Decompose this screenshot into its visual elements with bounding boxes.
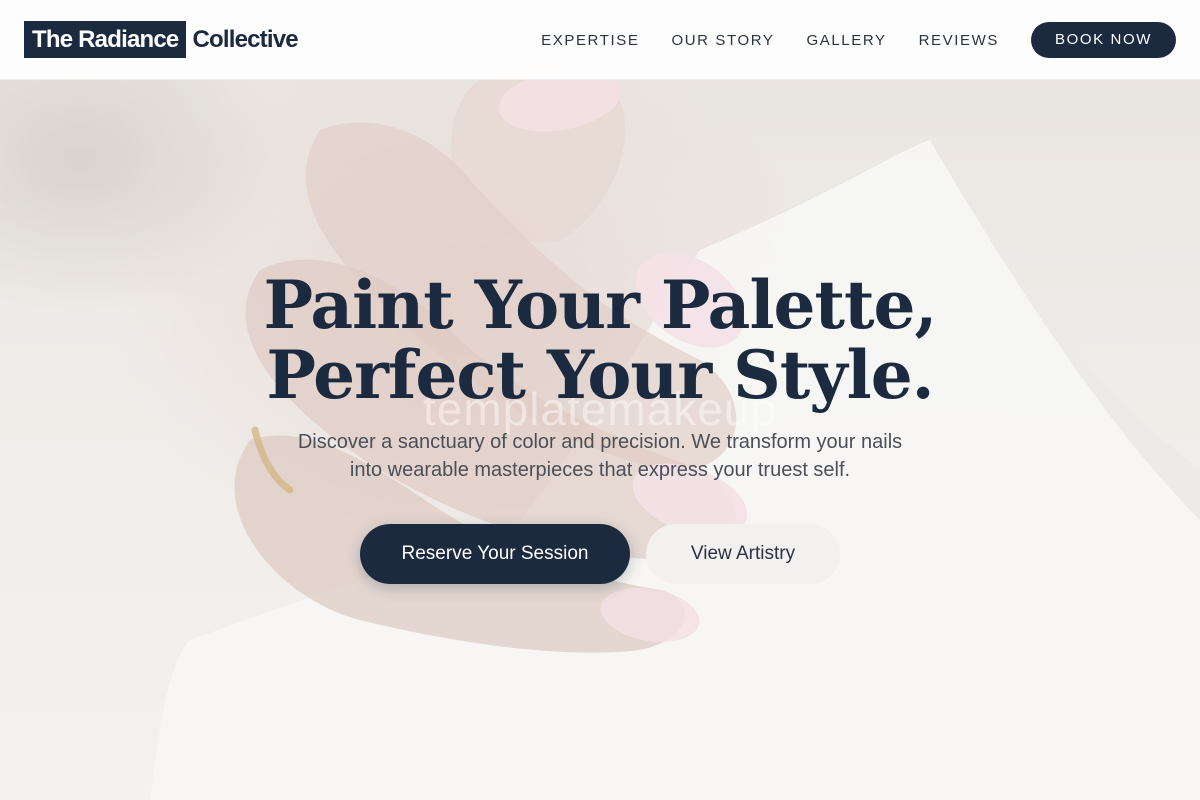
reserve-session-button[interactable]: Reserve Your Session bbox=[360, 524, 630, 584]
hero-subtitle-line-2: into wearable masterpieces that express … bbox=[349, 459, 851, 481]
hero-subtitle-line-1: Discover a sanctuary of color and precis… bbox=[297, 431, 903, 453]
hero-subtitle: Discover a sanctuary of color and precis… bbox=[250, 428, 950, 484]
nav-link-our-story[interactable]: OUR STORY bbox=[671, 32, 774, 49]
nav-link-expertise[interactable]: EXPERTISE bbox=[541, 32, 639, 49]
logo-secondary-text: Collective bbox=[192, 25, 298, 53]
site-header: The Radiance Collective EXPERTISE OUR ST… bbox=[0, 0, 1200, 80]
logo-primary-text: The Radiance bbox=[24, 21, 187, 58]
hero-title: Paint Your Palette, Perfect Your Style. bbox=[0, 270, 1200, 410]
book-now-button[interactable]: BOOK NOW bbox=[1031, 22, 1176, 58]
nav-link-gallery[interactable]: GALLERY bbox=[806, 32, 886, 49]
hero-cta-row: Reserve Your Session View Artistry bbox=[0, 524, 1200, 584]
hero-title-line-1: Paint Your Palette, bbox=[263, 266, 938, 344]
logo[interactable]: The Radiance Collective bbox=[24, 21, 299, 58]
nav-link-reviews[interactable]: REVIEWS bbox=[919, 32, 999, 49]
view-artistry-button[interactable]: View Artistry bbox=[646, 524, 840, 584]
main-nav: EXPERTISE OUR STORY GALLERY REVIEWS BOOK… bbox=[541, 22, 1176, 58]
hero-title-line-2: Perfect Your Style. bbox=[266, 336, 934, 414]
hero-section: Paint Your Palette, Perfect Your Style. … bbox=[0, 270, 1200, 584]
